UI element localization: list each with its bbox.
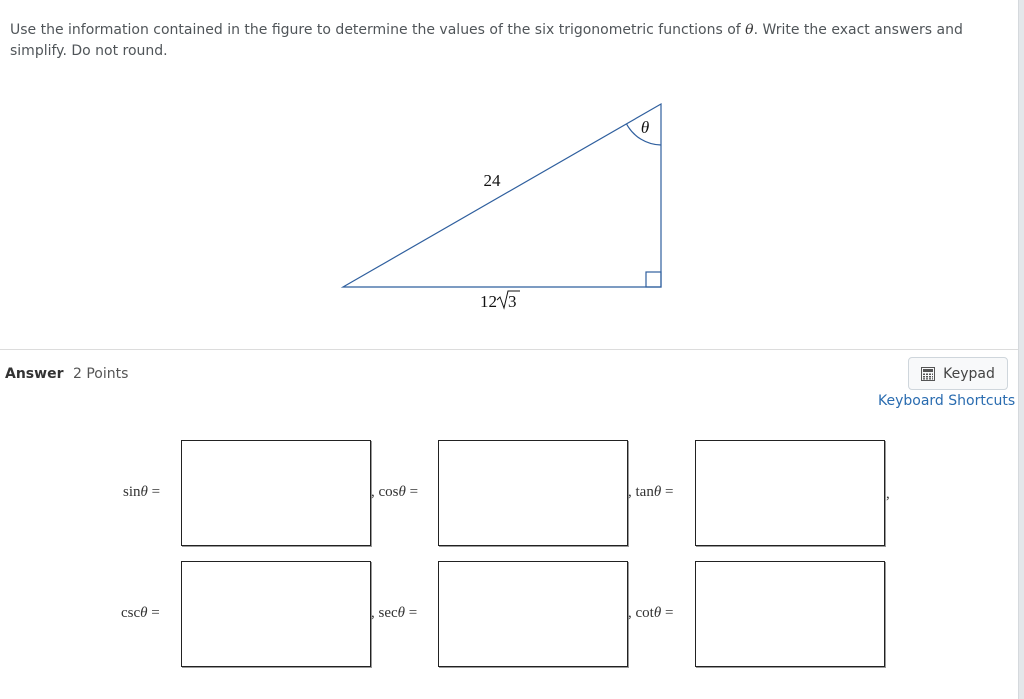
tan-answer-box[interactable]	[695, 440, 885, 546]
question-text: Use the information contained in the fig…	[10, 20, 1000, 62]
tan-label: , tanθ =	[628, 484, 674, 500]
triangle-outline	[340, 102, 662, 288]
base-label-coefficient: 12	[480, 292, 497, 311]
sin-input[interactable]	[182, 441, 370, 545]
theta-symbol: θ	[745, 22, 754, 38]
points-label: 2 Points	[73, 366, 129, 382]
keypad-label: Keypad	[943, 365, 995, 382]
base-label-radicand: 3	[508, 292, 517, 311]
tan-input[interactable]	[696, 441, 884, 545]
cos-label: , cosθ =	[371, 484, 419, 500]
csc-input[interactable]	[182, 562, 370, 666]
angle-theta-label: θ	[641, 118, 649, 137]
sin-answer-box[interactable]	[181, 440, 371, 546]
cot-answer-box[interactable]	[695, 561, 885, 667]
right-angle-marker	[645, 271, 662, 288]
cos-answer-box[interactable]	[438, 440, 628, 546]
sin-label: sinθ =	[123, 484, 161, 500]
sec-answer-box[interactable]	[438, 561, 628, 667]
keypad-button[interactable]: Keypad	[908, 357, 1008, 390]
answer-label: Answer	[5, 366, 64, 382]
question-text-part: Use the information contained in the fig…	[10, 22, 746, 38]
sec-label: , secθ =	[371, 605, 418, 621]
hypotenuse-label: 24	[484, 171, 502, 190]
scrollbar-track[interactable]	[1018, 0, 1024, 699]
cos-input[interactable]	[439, 441, 627, 545]
sec-input[interactable]	[439, 562, 627, 666]
cot-label: , cotθ =	[628, 605, 674, 621]
cot-input[interactable]	[696, 562, 884, 666]
trailing-comma: ,	[886, 486, 890, 502]
keyboard-shortcuts-link[interactable]: Keyboard Shortcuts	[878, 393, 1015, 409]
calculator-icon	[921, 366, 936, 381]
base-label: 12 3	[480, 290, 520, 311]
section-divider	[0, 349, 1018, 350]
csc-label: cscθ =	[121, 605, 160, 621]
csc-answer-box[interactable]	[181, 561, 371, 667]
triangle-figure: θ 24 12 3	[340, 102, 662, 311]
